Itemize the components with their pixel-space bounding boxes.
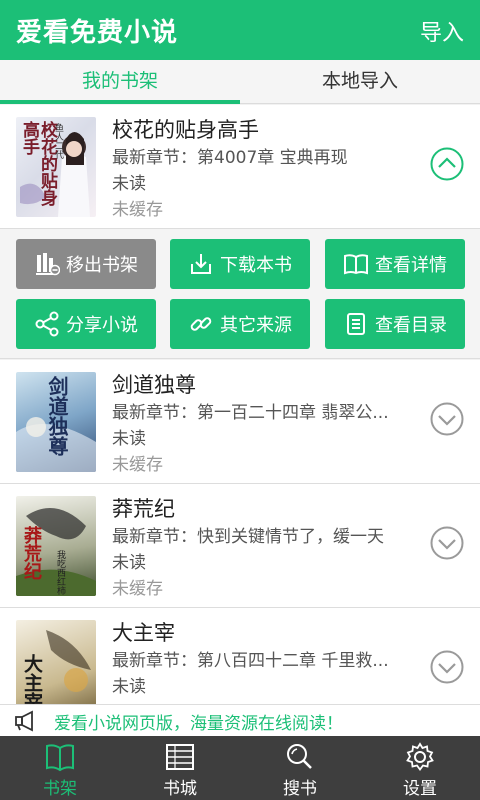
import-button[interactable]: 导入	[420, 15, 464, 47]
book-item[interactable]: 大主宰 大主宰 最新章节：第八百四十二章 千里救... 未读	[0, 608, 480, 704]
share-icon	[35, 311, 59, 337]
book-latest-chapter: 最新章节：第八百四十二章 千里救...	[112, 651, 389, 671]
tab-bar: 我的书架 本地导入	[0, 60, 480, 104]
nav-settings-label: 设置	[403, 779, 437, 799]
book-latest-chapter: 最新章节：快到关键情节了，缓一天	[112, 527, 384, 547]
book-item[interactable]: 校花的贴身高手 鱼人二代 校花的贴身高手 最新章节：第4007章 宝典再现 未读…	[0, 105, 480, 229]
nav-search-label: 搜书	[283, 779, 317, 799]
collapse-button[interactable]	[430, 147, 464, 181]
search-icon	[287, 744, 312, 769]
other-sources-button[interactable]: 其它来源	[170, 299, 310, 349]
expand-button[interactable]	[430, 526, 464, 560]
cover-author: 我吃西红柿	[55, 550, 65, 595]
chevron-down-icon	[430, 650, 464, 684]
book-item[interactable]: 剑道独尊 剑道独尊 最新章节：第一百二十四章 翡翠公... 未读 未缓存	[0, 360, 480, 484]
tab-local-import[interactable]: 本地导入	[240, 60, 480, 103]
remove-books-icon	[36, 253, 60, 276]
remove-from-shelf-label: 移出书架	[66, 255, 138, 276]
book-actions-panel: 移出书架 下载本书 查看详情 分享小说 其它来源 查看目录	[0, 229, 480, 359]
book-cache-status: 未缓存	[112, 200, 163, 220]
link-icon	[190, 317, 212, 331]
view-toc-label: 查看目录	[375, 315, 447, 336]
list-icon	[347, 313, 365, 335]
tab-my-bookshelf[interactable]: 我的书架	[0, 60, 240, 104]
book-title: 莽荒纪	[112, 497, 175, 521]
nav-bookshelf-label: 书架	[43, 779, 77, 799]
cover-title: 剑道独尊	[45, 376, 69, 456]
book-cover: 校花的贴身高手 鱼人二代	[16, 117, 96, 217]
book-cache-status: 未缓存	[112, 455, 163, 475]
chevron-down-icon	[430, 526, 464, 560]
view-details-label: 查看详情	[375, 255, 447, 276]
book-title: 剑道独尊	[112, 373, 196, 397]
nav-bookshelf[interactable]: 书架	[0, 736, 120, 800]
share-novel-label: 分享小说	[66, 315, 138, 336]
chevron-down-icon	[430, 402, 464, 436]
download-book-label: 下载本书	[220, 255, 292, 276]
nav-settings[interactable]: 设置	[360, 736, 480, 800]
expand-button[interactable]	[430, 402, 464, 436]
promo-text: 爱看小说网页版，海量资源在线阅读！	[54, 714, 343, 734]
book-title: 校花的贴身高手	[112, 118, 259, 142]
book-read-status: 未读	[112, 429, 146, 449]
book-cover: 大主宰	[16, 620, 96, 704]
book-title: 大主宰	[112, 621, 175, 645]
book-latest-chapter: 最新章节：第4007章 宝典再现	[112, 148, 348, 168]
bookshelf-icon	[46, 744, 74, 772]
nav-search[interactable]: 搜书	[240, 736, 360, 800]
cover-title: 莽荒纪	[21, 526, 42, 580]
promo-banner[interactable]: 爱看小说网页版，海量资源在线阅读！	[0, 704, 480, 736]
book-latest-chapter: 最新章节：第一百二十四章 翡翠公...	[112, 403, 389, 423]
download-icon	[191, 254, 211, 274]
chevron-up-icon	[430, 147, 464, 181]
expand-button[interactable]	[430, 650, 464, 684]
book-cover: 剑道独尊	[16, 372, 96, 472]
cover-title: 校花的贴身高手	[19, 121, 57, 206]
bottom-nav: 书架 书城 搜书 设置	[0, 736, 480, 800]
cover-title: 大主宰	[21, 654, 43, 704]
megaphone-icon	[15, 710, 33, 732]
view-toc-button[interactable]: 查看目录	[325, 299, 465, 349]
app-header: 爱看免费小说 导入	[0, 0, 480, 60]
nav-bookstore[interactable]: 书城	[120, 736, 240, 800]
app-title: 爱看免费小说	[16, 18, 179, 48]
book-read-status: 未读	[112, 174, 146, 194]
view-details-button[interactable]: 查看详情	[325, 239, 465, 289]
book-cover: 莽荒纪 我吃西红柿	[16, 496, 96, 596]
open-book-icon	[344, 254, 368, 275]
bookstore-icon	[166, 744, 194, 770]
book-read-status: 未读	[112, 677, 146, 697]
remove-from-shelf-button[interactable]: 移出书架	[16, 239, 156, 289]
book-item[interactable]: 莽荒纪 我吃西红柿 莽荒纪 最新章节：快到关键情节了，缓一天 未读 未缓存	[0, 484, 480, 608]
cover-author: 鱼人二代	[53, 123, 63, 159]
share-novel-button[interactable]: 分享小说	[16, 299, 156, 349]
download-book-button[interactable]: 下载本书	[170, 239, 310, 289]
book-cache-status: 未缓存	[112, 579, 163, 599]
gear-icon	[406, 742, 434, 771]
book-read-status: 未读	[112, 553, 146, 573]
nav-bookstore-label: 书城	[163, 779, 197, 799]
other-sources-label: 其它来源	[220, 315, 292, 336]
